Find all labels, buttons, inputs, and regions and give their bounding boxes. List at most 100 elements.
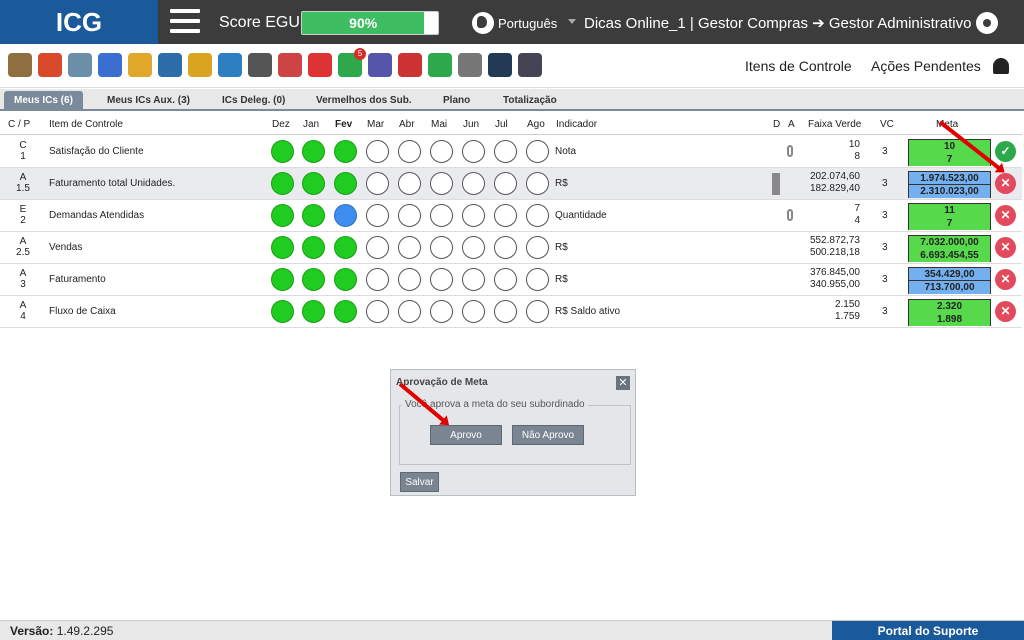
- table-row[interactable]: A 4 Fluxo de Caixa R$ Saldo ativo 2.150 1.759…: [0, 296, 1022, 328]
- month-status-circle[interactable]: [366, 236, 389, 259]
- month-status-circle[interactable]: [334, 172, 357, 195]
- col-header-month[interactable]: Mai: [431, 119, 447, 130]
- month-status-circle[interactable]: [526, 236, 549, 259]
- acoes-pendentes-link[interactable]: Ações Pendentes: [871, 58, 981, 74]
- table-row[interactable]: A 1.5 Faturamento total Unidades. R$ 202.074…: [0, 168, 1022, 200]
- col-header-month[interactable]: Jan: [303, 119, 319, 130]
- tab-5[interactable]: Totalização: [503, 91, 557, 111]
- col-header-faixa[interactable]: Faixa Verde: [808, 119, 861, 130]
- month-status-circle[interactable]: [398, 236, 421, 259]
- row-meta[interactable]: 354.429,00 713.700,00: [908, 267, 991, 294]
- menu-icon[interactable]: [170, 9, 200, 35]
- rejected-x-icon[interactable]: ✕: [995, 269, 1016, 290]
- reject-button[interactable]: Não Aprovo: [512, 425, 584, 445]
- col-header-vc[interactable]: VC: [880, 119, 894, 130]
- tab-2[interactable]: ICs Deleg. (0): [222, 91, 285, 111]
- month-status-circle[interactable]: [430, 300, 453, 323]
- col-header-month[interactable]: Jul: [495, 119, 508, 130]
- month-status-circle[interactable]: [462, 172, 485, 195]
- rejected-x-icon[interactable]: ✕: [995, 173, 1016, 194]
- month-status-circle[interactable]: [462, 300, 485, 323]
- month-status-circle[interactable]: [271, 204, 294, 227]
- month-status-circle[interactable]: [366, 172, 389, 195]
- table-row[interactable]: A 3 Faturamento R$ 376.845,00 340.955,00 3 354.…: [0, 264, 1022, 296]
- month-status-circle[interactable]: [302, 236, 325, 259]
- tab-1[interactable]: Meus ICs Aux. (3): [107, 91, 190, 111]
- month-status-circle[interactable]: [366, 268, 389, 291]
- puzzle-icon[interactable]: [368, 53, 392, 77]
- col-header-d[interactable]: D: [773, 119, 780, 130]
- col-header-indicador[interactable]: Indicador: [556, 119, 597, 130]
- month-status-circle[interactable]: [430, 236, 453, 259]
- month-status-circle[interactable]: [526, 204, 549, 227]
- row-item-name[interactable]: Fluxo de Caixa: [49, 306, 116, 317]
- col-header-month[interactable]: Ago: [527, 119, 545, 130]
- target-icon[interactable]: [38, 53, 62, 77]
- month-status-circle[interactable]: [334, 204, 357, 227]
- month-status-circle[interactable]: [462, 268, 485, 291]
- language-selector[interactable]: Português: [472, 12, 557, 34]
- month-status-circle[interactable]: [271, 300, 294, 323]
- presentation-icon[interactable]: [458, 53, 482, 77]
- col-header-a[interactable]: A: [788, 119, 795, 130]
- user-context[interactable]: Dicas Online_1 | Gestor Compras ➔ Gestor…: [584, 14, 971, 32]
- rejected-x-icon[interactable]: ✕: [995, 205, 1016, 226]
- row-item-name[interactable]: Faturamento total Unidades.: [49, 178, 175, 189]
- gear-icon[interactable]: [976, 12, 998, 34]
- app-logo[interactable]: ICG: [0, 0, 158, 44]
- crosshair-icon[interactable]: [308, 53, 332, 77]
- org-chart-icon[interactable]: [278, 53, 302, 77]
- approve-button[interactable]: Aprovo: [430, 425, 502, 445]
- month-status-circle[interactable]: [334, 236, 357, 259]
- row-meta[interactable]: 1.974.523,00 2.310.023,00: [908, 171, 991, 198]
- month-status-circle[interactable]: [494, 268, 517, 291]
- row-item-name[interactable]: Faturamento: [49, 274, 106, 285]
- month-status-circle[interactable]: [398, 172, 421, 195]
- row-meta[interactable]: 11 7: [908, 203, 991, 230]
- off-icon[interactable]: [428, 53, 452, 77]
- month-status-circle[interactable]: [302, 140, 325, 163]
- month-status-circle[interactable]: [494, 172, 517, 195]
- month-status-circle[interactable]: [494, 236, 517, 259]
- col-header-cp[interactable]: C / P: [8, 119, 30, 130]
- calendar-icon[interactable]: [218, 53, 242, 77]
- pdf-icon[interactable]: [398, 53, 422, 77]
- month-status-circle[interactable]: [398, 268, 421, 291]
- tab-3[interactable]: Vermelhos dos Sub.: [316, 91, 412, 111]
- month-status-circle[interactable]: [494, 140, 517, 163]
- month-status-circle[interactable]: [271, 172, 294, 195]
- row-item-name[interactable]: Vendas: [49, 242, 82, 253]
- col-header-item[interactable]: Item de Controle: [49, 119, 123, 130]
- col-header-month[interactable]: Mar: [367, 119, 384, 130]
- table-row[interactable]: A 2.5 Vendas R$ 552.872,73 500.218,18 3 7.032.0…: [0, 232, 1022, 264]
- edit-icon[interactable]: [8, 53, 32, 77]
- month-status-circle[interactable]: [366, 140, 389, 163]
- row-item-name[interactable]: Demandas Atendidas: [49, 210, 144, 221]
- team-icon[interactable]: [158, 53, 182, 77]
- month-status-circle[interactable]: [366, 204, 389, 227]
- tab-4[interactable]: Plano: [443, 91, 470, 111]
- month-status-circle[interactable]: [271, 236, 294, 259]
- tab-0[interactable]: Meus ICs (6): [4, 91, 83, 111]
- rejected-x-icon[interactable]: ✕: [995, 301, 1016, 322]
- help-icon[interactable]: [518, 53, 542, 77]
- month-status-circle[interactable]: [526, 268, 549, 291]
- chevron-down-icon[interactable]: [568, 19, 576, 24]
- table-row[interactable]: E 2 Demandas Atendidas Quantidade 7 4 3 11 7 ✕: [0, 200, 1022, 232]
- month-status-circle[interactable]: [366, 300, 389, 323]
- month-status-circle[interactable]: [398, 204, 421, 227]
- month-status-circle[interactable]: [526, 300, 549, 323]
- col-header-month[interactable]: Fev: [335, 119, 352, 130]
- month-status-circle[interactable]: [430, 140, 453, 163]
- month-status-circle[interactable]: [526, 140, 549, 163]
- month-status-circle[interactable]: [462, 204, 485, 227]
- row-meta[interactable]: 7.032.000,00 6.693.454,55: [908, 235, 991, 262]
- stopwatch-icon[interactable]: [248, 53, 272, 77]
- month-status-circle[interactable]: [462, 140, 485, 163]
- month-status-circle[interactable]: [334, 268, 357, 291]
- chart-icon[interactable]: [98, 53, 122, 77]
- month-status-circle[interactable]: [430, 204, 453, 227]
- award-icon[interactable]: [188, 53, 212, 77]
- month-status-circle[interactable]: [526, 172, 549, 195]
- month-status-circle[interactable]: [398, 140, 421, 163]
